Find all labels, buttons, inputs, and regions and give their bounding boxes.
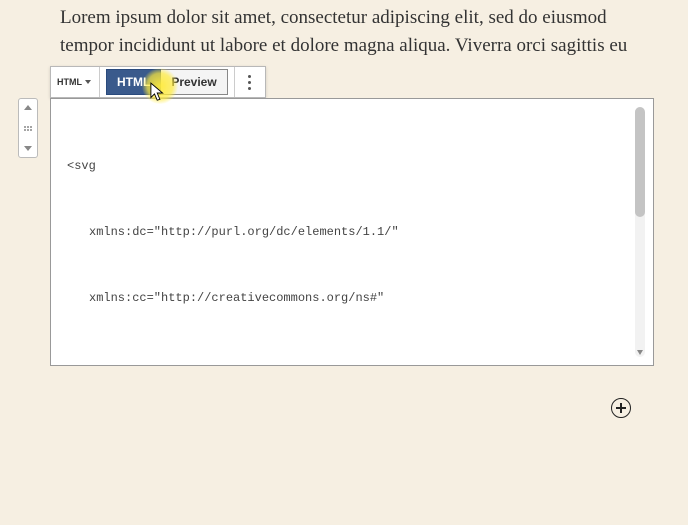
move-down-icon (24, 146, 32, 151)
scroll-down-icon (637, 350, 643, 355)
code-line: <svg (67, 155, 637, 177)
block-mover-handle[interactable] (18, 98, 38, 158)
vertical-scrollbar[interactable] (635, 107, 645, 357)
move-up-icon (24, 105, 32, 110)
body-paragraph[interactable]: Lorem ipsum dolor sit amet, consectetur … (60, 4, 648, 60)
scrollbar-thumb[interactable] (635, 107, 645, 217)
more-options-button[interactable] (235, 67, 265, 97)
code-line: xmlns:cc="http://creativecommons.org/ns#… (67, 287, 637, 309)
block-type-selector[interactable]: HTML (51, 67, 100, 97)
caret-down-icon (85, 80, 91, 84)
code-editor[interactable]: <svg xmlns:dc="http://purl.org/dc/elemen… (59, 107, 645, 357)
block-type-label: HTML (57, 77, 82, 87)
more-vertical-icon (248, 75, 251, 90)
tab-preview[interactable]: Preview (160, 69, 227, 95)
view-switcher: HTML Preview (100, 67, 235, 97)
html-block: <svg xmlns:dc="http://purl.org/dc/elemen… (50, 98, 654, 366)
code-line: xmlns:dc="http://purl.org/dc/elements/1.… (67, 221, 637, 243)
block-toolbar: HTML HTML Preview (50, 66, 266, 98)
code-line: xmlns:rdf="http://www.w3.org/1999/02/22-… (67, 353, 637, 357)
add-block-button[interactable] (611, 398, 631, 418)
drag-handle-icon (23, 126, 33, 131)
tab-html[interactable]: HTML (106, 69, 161, 95)
